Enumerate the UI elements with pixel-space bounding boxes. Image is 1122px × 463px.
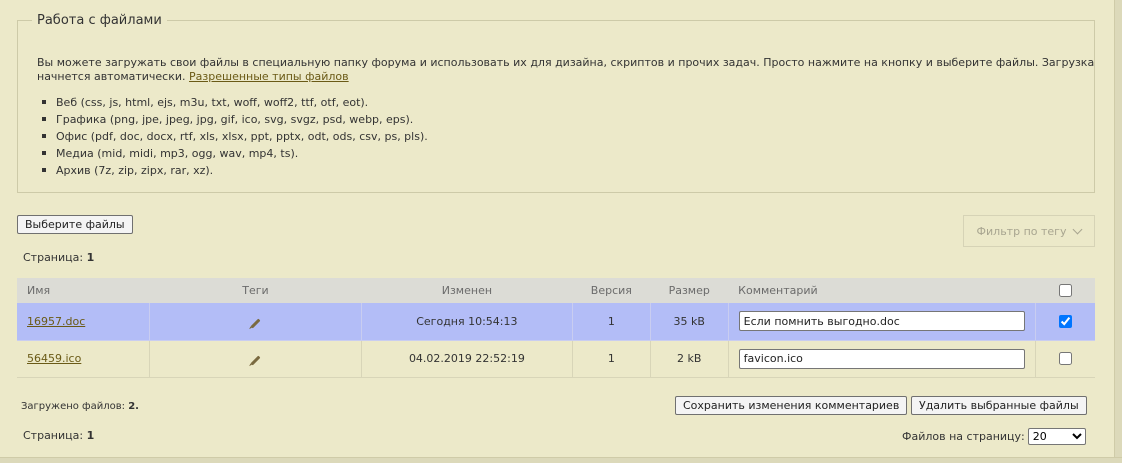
select-all-checkbox[interactable] — [1058, 284, 1072, 298]
header-version: Версия — [572, 278, 651, 303]
uploaded-label: Загружено файлов: — [21, 401, 126, 412]
table-header-row: Имя Теги Изменен Версия Размер Комментар… — [17, 278, 1095, 303]
version-cell: 1 — [572, 303, 651, 341]
pager-bottom: Страница: 1 — [23, 429, 94, 442]
file-name-cell: 56459.ico — [17, 340, 151, 378]
tags-cell — [149, 340, 362, 378]
allowed-types-link[interactable]: Разрешенные типы файлов — [189, 70, 349, 83]
bottom-border — [0, 457, 1122, 463]
file-types-list: Веб (css, js, html, ejs, m3u, txt, woff,… — [38, 95, 428, 180]
uploaded-count: Загружено файлов: 2. — [21, 401, 139, 412]
file-type-graphics: Графика (png, jpe, jpeg, jpg, gif, ico, … — [38, 112, 428, 129]
pencil-icon[interactable] — [250, 355, 261, 366]
header-tags: Теги — [149, 278, 362, 303]
per-page-select[interactable]: 20 — [1027, 428, 1086, 445]
header-modified[interactable]: Изменен — [361, 278, 573, 303]
header-name[interactable]: Имя — [17, 278, 150, 303]
intro-text: Вы можете загружать свои файлы в специал… — [37, 56, 1097, 84]
file-type-web: Веб (css, js, html, ejs, m3u, txt, woff,… — [38, 95, 428, 112]
pager-number: 1 — [86, 429, 95, 442]
comment-cell — [728, 303, 1036, 341]
file-link[interactable]: 16957.doc — [27, 315, 85, 328]
pager-label: Страница: — [23, 429, 84, 442]
pager-number: 1 — [86, 251, 95, 264]
pager-label: Страница: — [23, 251, 84, 264]
row-select-checkbox[interactable] — [1058, 352, 1072, 366]
file-name-cell: 16957.doc — [17, 303, 151, 341]
table-row: 16957.doc Сегодня 10:54:13 1 35 kB — [17, 303, 1095, 341]
save-comments-button[interactable]: Сохранить изменения комментариев — [675, 396, 908, 415]
modified-cell: 04.02.2019 22:52:19 — [361, 340, 573, 378]
header-size[interactable]: Размер — [650, 278, 729, 303]
choose-files-button[interactable]: Выберите файлы — [17, 215, 133, 234]
pencil-icon[interactable] — [250, 318, 261, 329]
per-page-control: Файлов на страницу: 20 — [902, 428, 1086, 445]
delete-selected-button[interactable]: Удалить выбранные файлы — [911, 396, 1087, 415]
file-type-office: Офис (pdf, doc, docx, rtf, xls, xlsx, pp… — [38, 129, 428, 146]
table-row: 56459.ico 04.02.2019 22:52:19 1 2 kB — [17, 340, 1095, 378]
row-select-checkbox[interactable] — [1058, 315, 1072, 328]
per-page-label: Файлов на страницу: — [902, 430, 1025, 443]
chevron-down-icon — [1073, 224, 1083, 234]
version-cell: 1 — [572, 340, 651, 378]
header-select-all — [1035, 278, 1095, 303]
uploaded-number: 2. — [128, 401, 139, 412]
comment-cell — [728, 340, 1036, 378]
pager-top: Страница: 1 — [23, 251, 94, 264]
file-type-archive: Архив (7z, zip, zipx, rar, xz). — [38, 163, 428, 180]
header-comment: Комментарий — [728, 278, 1036, 303]
files-table: Имя Теги Изменен Версия Размер Комментар… — [17, 278, 1095, 378]
right-border — [1114, 0, 1122, 463]
size-cell: 2 kB — [650, 340, 729, 378]
select-cell — [1035, 303, 1095, 341]
file-type-media: Медиа (mid, midi, mp3, ogg, wav, mp4, ts… — [38, 146, 428, 163]
modified-cell: Сегодня 10:54:13 — [361, 303, 573, 341]
tags-cell — [149, 303, 362, 341]
select-cell — [1035, 340, 1095, 378]
comment-input[interactable] — [738, 311, 1025, 332]
panel-legend: Работа с файлами — [37, 13, 162, 28]
tag-filter-label: Фильтр по тегу — [976, 224, 1067, 238]
size-cell: 35 kB — [650, 303, 729, 341]
tag-filter-dropdown[interactable]: Фильтр по тегу — [963, 215, 1095, 247]
file-link[interactable]: 56459.ico — [27, 352, 81, 365]
comment-input[interactable] — [738, 348, 1025, 369]
file-info-panel: Работа с файлами Вы можете загружать сво… — [17, 13, 1095, 193]
